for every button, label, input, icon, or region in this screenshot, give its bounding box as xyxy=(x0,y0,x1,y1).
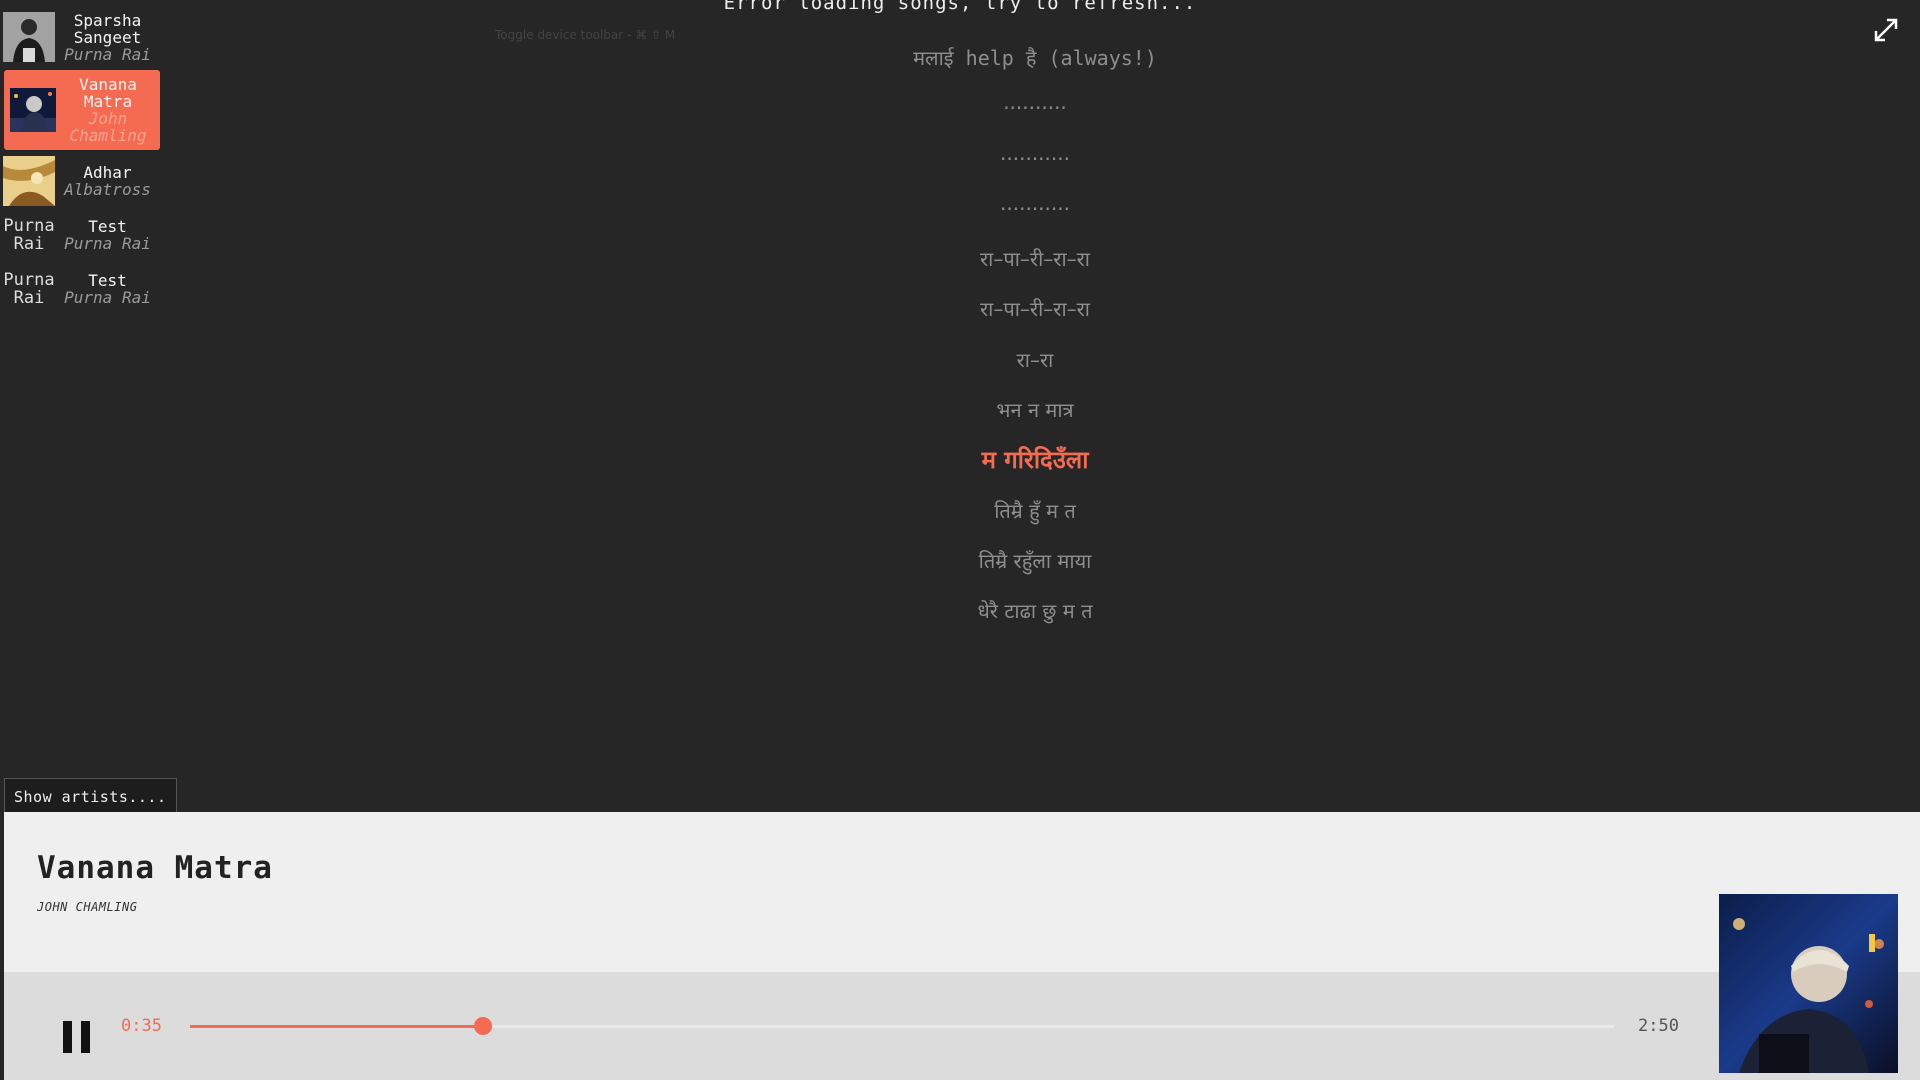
now-playing-title: Vanana Matra xyxy=(37,850,273,886)
lyric-line: ·········· xyxy=(1003,96,1067,121)
album-cover xyxy=(1719,894,1898,1073)
pause-icon xyxy=(63,1021,90,1053)
total-time: 2:50 xyxy=(1638,1016,1679,1036)
lyric-line: धेरै टाढा छु म त xyxy=(977,599,1093,624)
lyric-line: भन न मात्र xyxy=(996,398,1074,423)
lyric-line: ··········· xyxy=(1000,196,1070,221)
playback-controls: 0:35 2:50 xyxy=(4,972,1920,1080)
show-artists-button[interactable]: Show artists.... xyxy=(4,778,177,815)
lyrics-panel: मलाई help है (always!) ·········· ······… xyxy=(0,40,1920,644)
lyric-line: मलाई help है (always!) xyxy=(913,46,1157,70)
current-time: 0:35 xyxy=(121,1016,162,1036)
seek-bar-handle[interactable] xyxy=(474,1017,493,1035)
lyric-line: रा–पा–री–रा–रा xyxy=(980,297,1090,322)
lyric-line-current: म गरिदिउँला xyxy=(981,446,1089,475)
error-message: Error loading songs, try to refresh... xyxy=(723,0,1197,14)
now-playing-artist: JOHN CHAMLING xyxy=(37,900,138,914)
lyric-line: रा–पा–री–रा–रा xyxy=(980,247,1090,272)
player-panel: Vanana Matra JOHN CHAMLING 0:35 2:50 xyxy=(4,812,1920,1080)
lyric-line: रा–रा xyxy=(1016,347,1054,372)
lyric-line: ··········· xyxy=(1000,146,1070,171)
lyric-line: तिम्रै हुँ म त xyxy=(994,498,1076,523)
lyric-line: तिम्रै रहुँला माया xyxy=(978,548,1092,573)
seek-bar-progress xyxy=(190,1025,484,1028)
pause-button[interactable] xyxy=(62,1020,92,1054)
seek-bar[interactable] xyxy=(190,1017,1614,1035)
